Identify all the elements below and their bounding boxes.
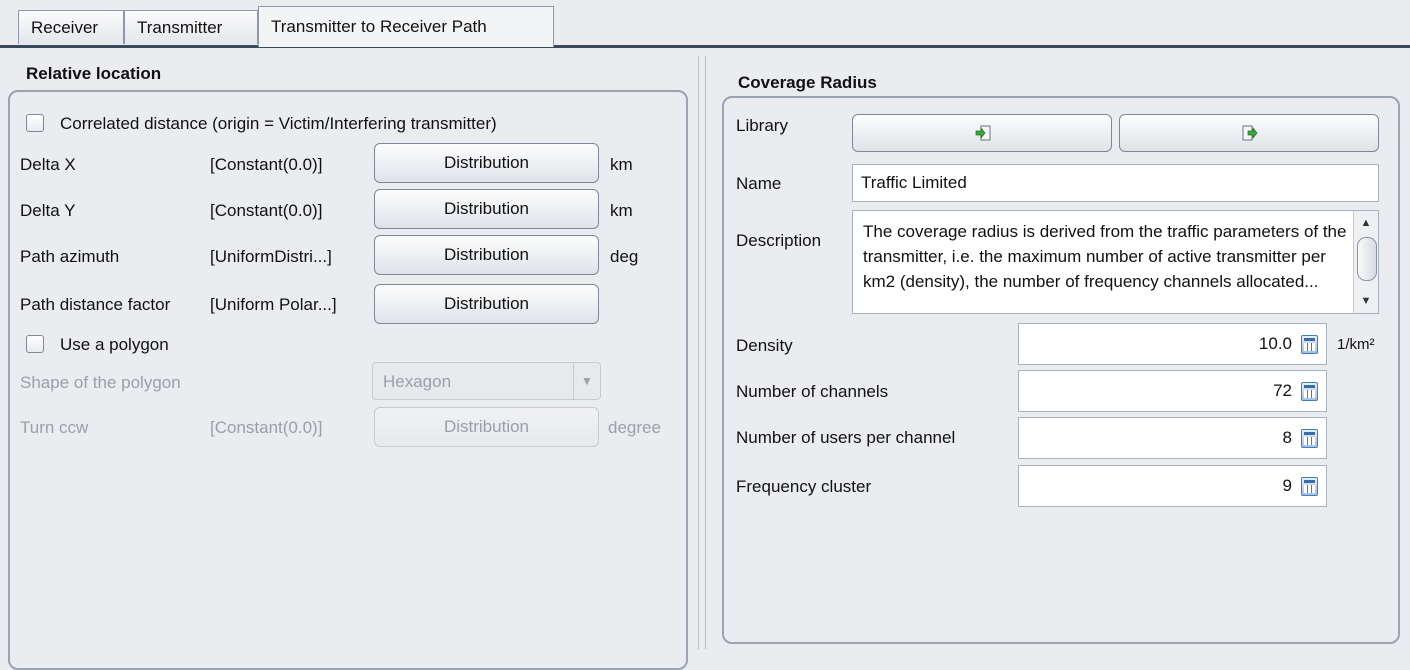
path-azimuth-unit: deg: [610, 247, 639, 266]
polygon-shape-value: Hexagon: [383, 372, 452, 391]
library-import-button[interactable]: [852, 114, 1112, 152]
calculator-icon[interactable]: [1301, 477, 1318, 496]
correlated-distance-checkbox[interactable]: [26, 114, 44, 132]
calculator-icon[interactable]: [1301, 429, 1318, 448]
channels-field[interactable]: 72: [1018, 370, 1327, 412]
delta-x-distribution-button[interactable]: Distribution: [374, 143, 599, 183]
library-export-button[interactable]: [1119, 114, 1379, 152]
delta-y-value: [Constant(0.0)]: [210, 201, 323, 220]
name-label: Name: [736, 174, 782, 193]
use-polygon-label: Use a polygon: [60, 335, 169, 354]
channels-label: Number of channels: [736, 382, 889, 401]
frequency-cluster-field[interactable]: 9: [1018, 465, 1327, 507]
path-distance-factor-value: [Uniform Polar...]: [210, 295, 337, 314]
delta-y-unit: km: [610, 201, 633, 220]
import-icon: [975, 125, 991, 141]
density-field[interactable]: 10.0: [1018, 323, 1327, 365]
tab-transmitter-to-receiver-path[interactable]: Transmitter to Receiver Path: [258, 6, 554, 47]
turn-ccw-unit: degree: [608, 418, 661, 437]
density-unit: 1/km²: [1337, 336, 1375, 353]
library-label: Library: [736, 116, 788, 135]
description-scrollbar[interactable]: ▲ ▼: [1353, 211, 1378, 313]
tab-receiver[interactable]: Receiver: [18, 10, 124, 44]
tab-bar: Receiver Transmitter Transmitter to Rece…: [0, 0, 1410, 50]
path-distance-factor-label: Path distance factor: [20, 295, 171, 314]
channels-value: 72: [1273, 381, 1292, 400]
name-field[interactable]: Traffic Limited: [852, 164, 1379, 202]
delta-y-label: Delta Y: [20, 201, 76, 220]
use-polygon-checkbox[interactable]: [26, 335, 44, 353]
polygon-shape-label: Shape of the polygon: [20, 373, 181, 392]
chevron-down-icon: ▼: [573, 363, 600, 399]
relative-location-title: Relative location: [26, 64, 162, 83]
description-text: The coverage radius is derived from the …: [863, 222, 1347, 291]
turn-ccw-label: Turn ccw: [20, 418, 89, 437]
calculator-icon[interactable]: [1301, 382, 1318, 401]
turn-ccw-value: [Constant(0.0)]: [210, 418, 323, 437]
density-label: Density: [736, 336, 793, 355]
delta-x-label: Delta X: [20, 155, 76, 174]
users-per-channel-value: 8: [1282, 428, 1292, 447]
correlated-distance-label: Correlated distance (origin = Victim/Int…: [60, 114, 497, 133]
scroll-up-icon[interactable]: ▲: [1354, 213, 1378, 233]
users-per-channel-field[interactable]: 8: [1018, 417, 1327, 459]
path-azimuth-distribution-button[interactable]: Distribution: [374, 235, 599, 275]
density-value: 10.0: [1258, 334, 1292, 353]
calculator-icon[interactable]: [1301, 335, 1318, 354]
path-distance-factor-distribution-button[interactable]: Distribution: [374, 284, 599, 324]
description-textarea[interactable]: The coverage radius is derived from the …: [852, 210, 1379, 314]
path-azimuth-label: Path azimuth: [20, 247, 120, 266]
description-label: Description: [736, 231, 822, 250]
frequency-cluster-label: Frequency cluster: [736, 477, 872, 496]
panel-splitter[interactable]: [696, 56, 710, 649]
scroll-thumb[interactable]: [1357, 237, 1377, 281]
users-per-channel-label: Number of users per channel: [736, 428, 956, 447]
polygon-shape-select[interactable]: Hexagon ▼: [372, 362, 601, 400]
tab-transmitter[interactable]: Transmitter: [124, 10, 258, 44]
delta-x-value: [Constant(0.0)]: [210, 155, 323, 174]
delta-y-distribution-button[interactable]: Distribution: [374, 189, 599, 229]
scroll-down-icon[interactable]: ▼: [1354, 291, 1378, 311]
path-azimuth-value: [UniformDistri...]: [210, 247, 332, 266]
frequency-cluster-value: 9: [1282, 476, 1292, 495]
coverage-radius-title: Coverage Radius: [738, 73, 877, 92]
delta-x-unit: km: [610, 155, 633, 174]
tab-underline: [0, 45, 1410, 48]
turn-ccw-distribution-button[interactable]: Distribution: [374, 407, 599, 447]
export-icon: [1242, 125, 1258, 141]
